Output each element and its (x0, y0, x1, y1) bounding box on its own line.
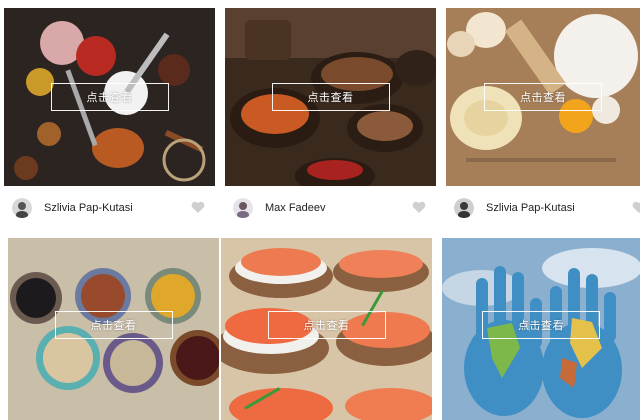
view-button[interactable]: 点击查看 (484, 83, 602, 111)
photo-card-spices[interactable]: 点击查看 Szlivia Pap-Kutasi (4, 8, 215, 238)
author-name[interactable]: Max Fadeev (265, 202, 326, 214)
photo-card-burlap[interactable]: 点击查看 (8, 238, 219, 420)
view-button[interactable]: 点击查看 (50, 83, 169, 111)
photo-card-hands[interactable]: 点击查看 (442, 238, 640, 420)
view-button[interactable]: 点击查看 (54, 311, 173, 339)
user-avatar[interactable] (12, 198, 32, 218)
photo-burlap[interactable]: 点击查看 (8, 238, 219, 420)
photo-pasta[interactable]: 点击查看 (446, 8, 640, 186)
author-name[interactable]: Szlivia Pap-Kutasi (486, 202, 575, 214)
user-avatar[interactable] (233, 198, 253, 218)
heart-icon[interactable] (412, 201, 426, 214)
user-avatar[interactable] (454, 198, 474, 218)
photo-salmon[interactable]: 点击查看 (221, 238, 432, 420)
photo-spices[interactable]: 点击查看 (4, 8, 215, 186)
photo-hands[interactable]: 点击查看 (442, 238, 640, 420)
author-name[interactable]: Szlivia Pap-Kutasi (44, 202, 133, 214)
heart-icon[interactable] (191, 201, 205, 214)
view-button[interactable]: 点击查看 (271, 83, 390, 111)
photo-card-salmon[interactable]: 点击查看 (221, 238, 432, 420)
photo-bowls[interactable]: 点击查看 (225, 8, 436, 186)
view-button[interactable]: 点击查看 (482, 311, 600, 339)
photo-card-pasta[interactable]: 点击查看 Szlivia Pap-Kutasi (446, 8, 640, 238)
photo-card-bowls[interactable]: 点击查看 Max Fadeev (225, 8, 436, 238)
heart-icon[interactable] (632, 201, 640, 214)
view-button[interactable]: 点击查看 (267, 311, 386, 339)
